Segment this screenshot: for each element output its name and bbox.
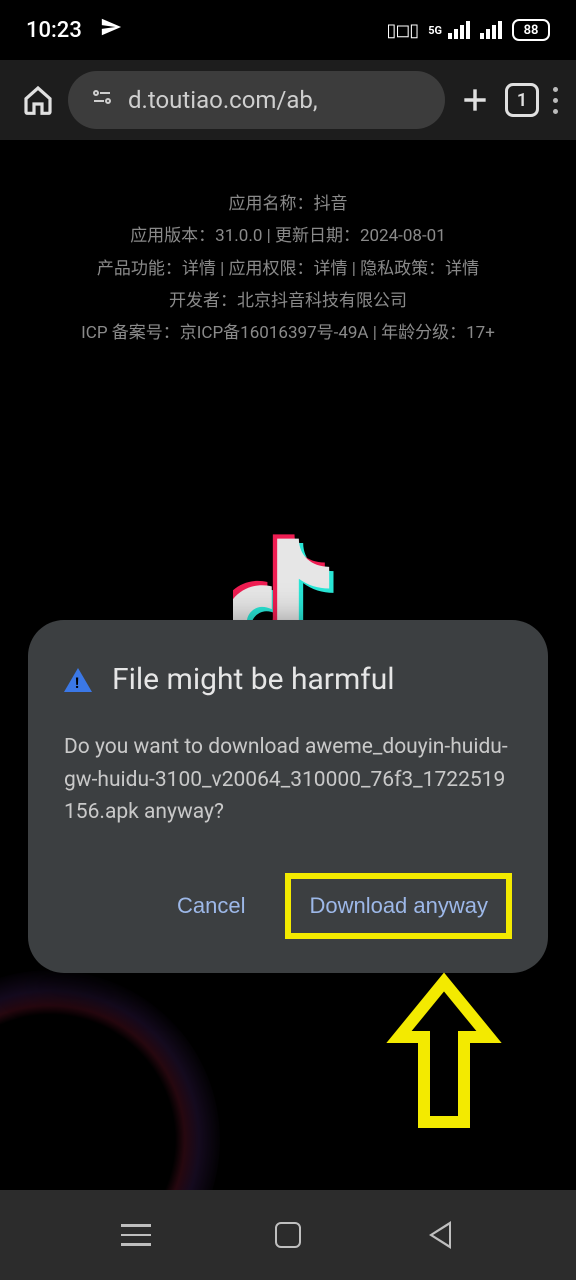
system-nav-bar	[0, 1190, 576, 1280]
meta-line: 产品功能：详情 | 应用权限：详情 | 隐私政策：详情	[0, 253, 576, 285]
signal-small-icon	[448, 21, 470, 39]
home-nav-button[interactable]	[258, 1205, 318, 1265]
page-content: 应用名称：抖音 应用版本：31.0.0 | 更新日期：2024-08-01 产品…	[0, 140, 576, 1190]
back-button[interactable]	[410, 1205, 470, 1265]
url-text: d.toutiao.com/ab,	[128, 86, 423, 114]
address-bar[interactable]: d.toutiao.com/ab,	[68, 71, 445, 129]
decorative-ring	[0, 970, 220, 1190]
signal-icon	[480, 21, 502, 39]
clock: 10:23	[26, 18, 82, 43]
dialog-title: File might be harmful	[112, 662, 395, 697]
warning-icon	[64, 668, 92, 692]
tab-count: 1	[505, 83, 539, 117]
home-button[interactable]	[22, 84, 54, 116]
network-type: 5G	[428, 24, 442, 37]
status-right: ▯◻▯ 5G 88	[386, 19, 550, 41]
tabs-button[interactable]: 1	[505, 83, 539, 117]
recents-button[interactable]	[106, 1205, 166, 1265]
status-bar: 10:23 ▯◻▯ 5G 88	[0, 0, 576, 60]
meta-line: 应用版本：31.0.0 | 更新日期：2024-08-01	[0, 220, 576, 252]
download-anyway-button[interactable]: Download anyway	[285, 873, 512, 939]
dialog-header: File might be harmful	[64, 662, 512, 697]
send-icon	[100, 16, 122, 44]
app-meta-block: 应用名称：抖音 应用版本：31.0.0 | 更新日期：2024-08-01 产品…	[0, 140, 576, 349]
dialog-body: Do you want to download aweme_douyin-hui…	[64, 731, 512, 829]
browser-toolbar: d.toutiao.com/ab, 1	[0, 60, 576, 140]
site-settings-icon[interactable]	[90, 85, 114, 115]
annotation-arrow-icon	[384, 972, 504, 1146]
meta-line: 应用名称：抖音	[0, 188, 576, 220]
status-left: 10:23	[26, 16, 122, 44]
vibrate-icon: ▯◻▯	[386, 20, 418, 41]
cancel-button[interactable]: Cancel	[165, 885, 257, 927]
overflow-menu-button[interactable]	[553, 87, 558, 114]
download-warning-dialog: File might be harmful Do you want to dow…	[28, 620, 548, 973]
meta-line: 开发者：北京抖音科技有限公司	[0, 285, 576, 317]
new-tab-button[interactable]	[459, 84, 491, 116]
meta-line: ICP 备案号：京ICP备16016397号-49A | 年龄分级：17+	[0, 317, 576, 349]
battery-icon: 88	[512, 19, 550, 41]
dialog-actions: Cancel Download anyway	[64, 873, 512, 939]
